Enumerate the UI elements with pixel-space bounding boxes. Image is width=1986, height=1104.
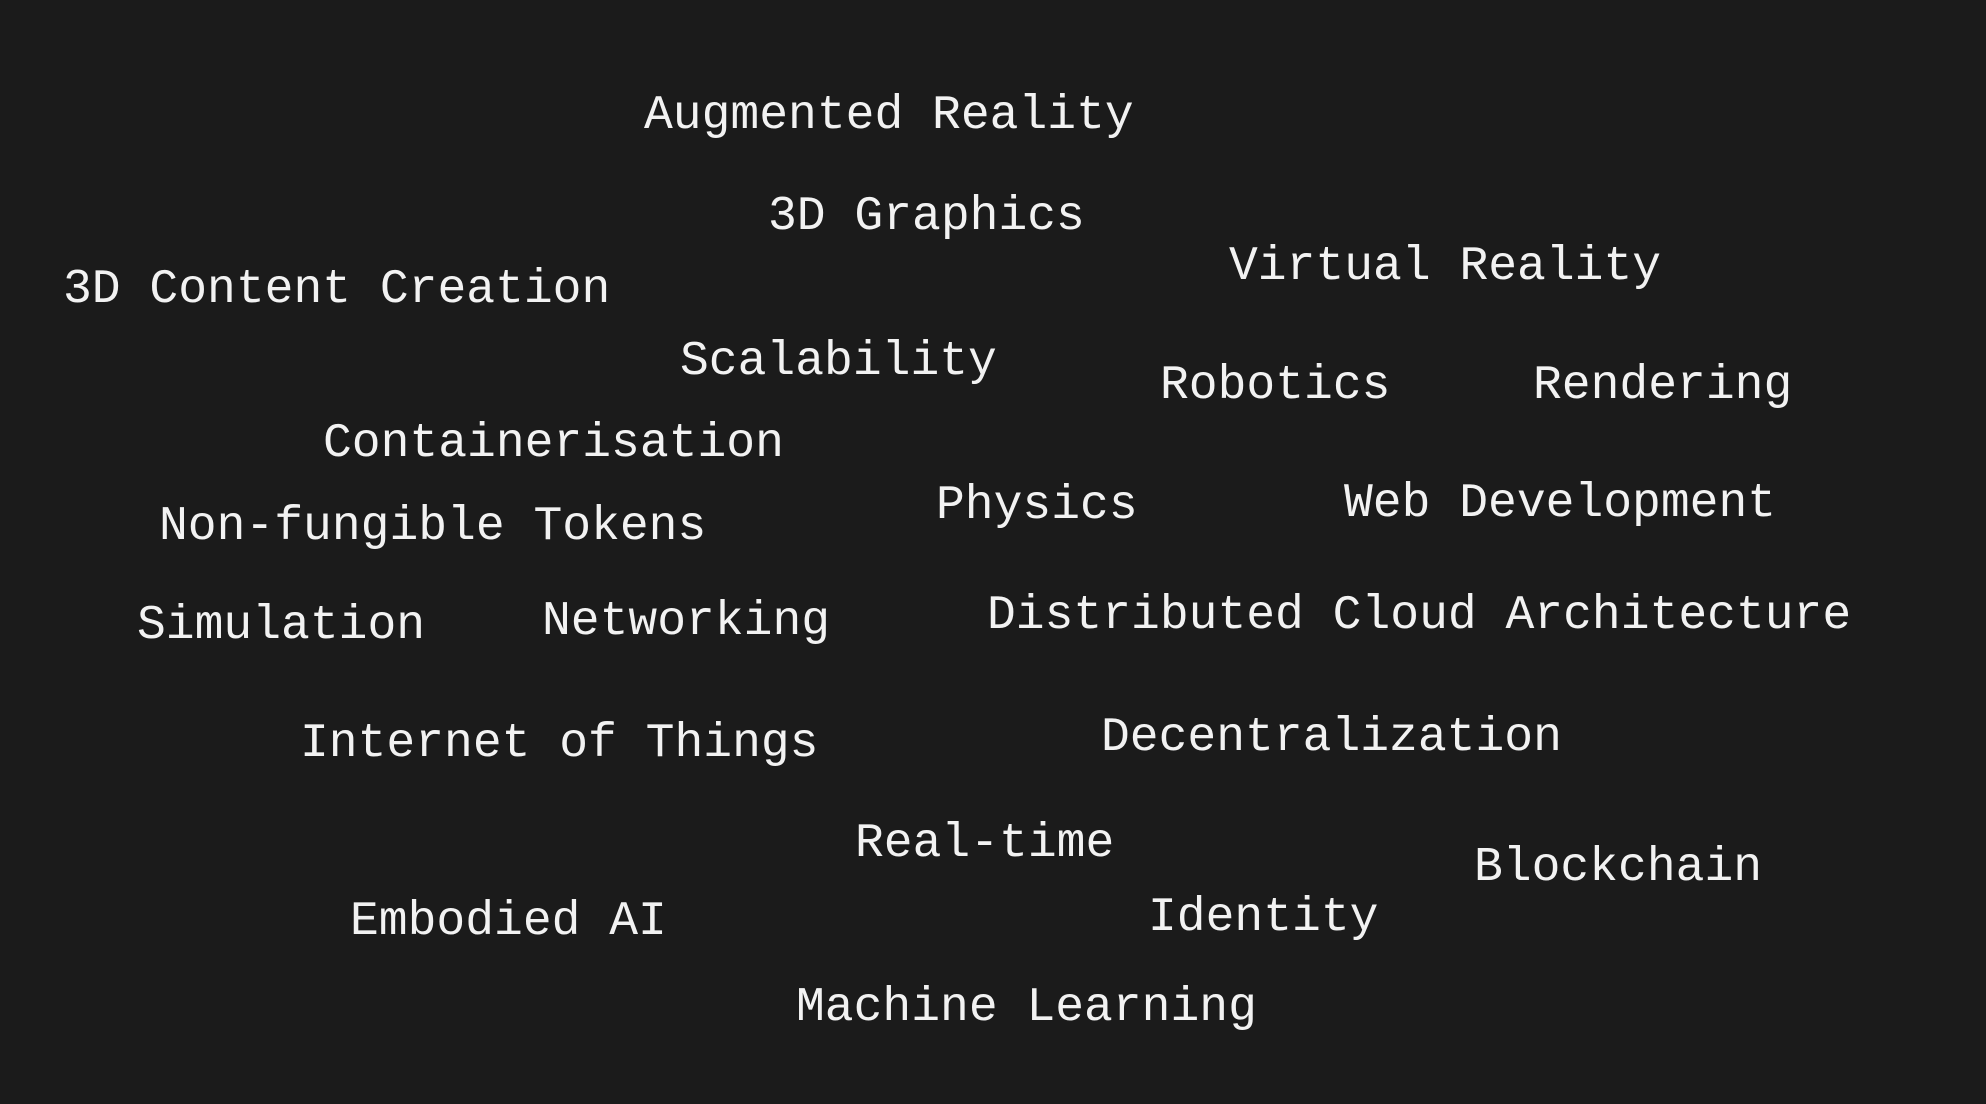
term-blockchain: Blockchain bbox=[1474, 841, 1763, 895]
word-cloud-canvas: Augmented Reality 3D Graphics Virtual Re… bbox=[0, 0, 1986, 1104]
term-scalability: Scalability bbox=[680, 335, 997, 389]
term-simulation: Simulation bbox=[137, 599, 426, 653]
term-rendering: Rendering bbox=[1533, 359, 1793, 413]
term-machine-learning: Machine Learning bbox=[796, 981, 1257, 1035]
term-real-time: Real-time bbox=[855, 817, 1115, 871]
term-web-development: Web Development bbox=[1344, 477, 1777, 531]
term-networking: Networking bbox=[542, 595, 831, 649]
term-3d-graphics: 3D Graphics bbox=[768, 190, 1085, 244]
term-embodied-ai: Embodied AI bbox=[350, 895, 667, 949]
term-virtual-reality: Virtual Reality bbox=[1229, 240, 1662, 294]
term-decentralization: Decentralization bbox=[1101, 711, 1562, 765]
term-internet-of-things: Internet of Things bbox=[300, 717, 819, 771]
term-3d-content-creation: 3D Content Creation bbox=[63, 263, 611, 317]
term-identity: Identity bbox=[1148, 891, 1379, 945]
term-physics: Physics bbox=[936, 479, 1138, 533]
term-containerisation: Containerisation bbox=[323, 417, 784, 471]
term-robotics: Robotics bbox=[1160, 359, 1391, 413]
term-distributed-cloud-architecture: Distributed Cloud Architecture bbox=[987, 589, 1852, 643]
term-non-fungible-tokens: Non-fungible Tokens bbox=[159, 500, 707, 554]
term-augmented-reality: Augmented Reality bbox=[644, 89, 1134, 143]
